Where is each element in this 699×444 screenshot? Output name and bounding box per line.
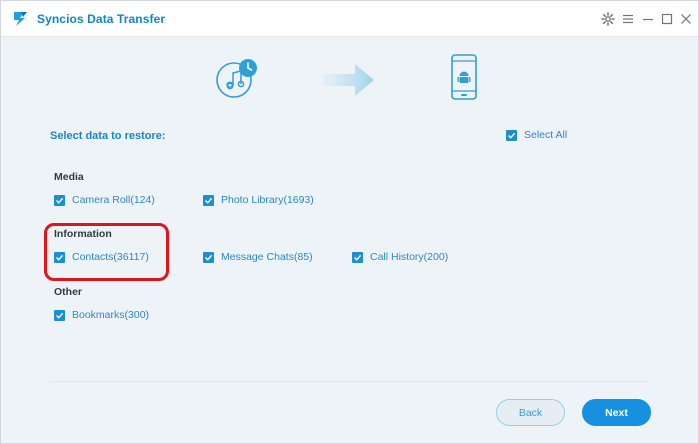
option-label: Camera Roll(124) xyxy=(72,194,155,206)
select-all-checkbox[interactable]: Select All xyxy=(506,129,567,141)
option-photo-library[interactable]: Photo Library(1693) xyxy=(203,194,314,206)
main-content: Select data to restore: Select All Media… xyxy=(1,38,698,443)
option-label: Photo Library(1693) xyxy=(221,194,314,206)
option-label: Message Chats(85) xyxy=(221,251,313,263)
option-message-chats[interactable]: Message Chats(85) xyxy=(203,251,313,263)
close-icon[interactable] xyxy=(679,12,693,26)
next-button[interactable]: Next xyxy=(582,399,651,426)
checkbox-checked-icon[interactable] xyxy=(352,251,363,263)
select-all-label: Select All xyxy=(524,129,568,141)
checkbox-checked-icon[interactable] xyxy=(54,194,65,206)
restore-heading-row: Select data to restore: Select All xyxy=(50,129,650,146)
checkbox-checked-icon[interactable] xyxy=(203,194,214,206)
group-label-other: Other xyxy=(54,286,83,298)
maximize-icon[interactable] xyxy=(660,12,674,26)
checkbox-checked-icon[interactable] xyxy=(54,309,65,321)
footer-divider xyxy=(50,381,650,382)
app-window: Syncios Data Transfer Select data to res… xyxy=(0,0,699,444)
checkbox-checked-icon[interactable] xyxy=(506,129,517,141)
transfer-flow xyxy=(1,54,698,114)
option-call-history[interactable]: Call History(200) xyxy=(352,251,448,263)
option-label: Call History(200) xyxy=(370,251,449,263)
highlight-annotation xyxy=(44,223,169,281)
menu-icon[interactable] xyxy=(621,12,635,26)
syncios-logo-icon xyxy=(11,10,29,28)
group-label-media: Media xyxy=(54,171,84,183)
minimize-icon[interactable] xyxy=(641,12,655,26)
title-bar: Syncios Data Transfer xyxy=(1,1,698,37)
option-camera-roll[interactable]: Camera Roll(124) xyxy=(54,194,155,206)
back-button[interactable]: Back xyxy=(496,399,565,426)
option-bookmarks[interactable]: Bookmarks(300) xyxy=(54,309,149,321)
option-label: Bookmarks(300) xyxy=(72,309,150,321)
app-title: Syncios Data Transfer xyxy=(37,12,166,26)
arrow-right-icon xyxy=(323,62,375,103)
android-phone-icon xyxy=(450,54,478,105)
restore-heading: Select data to restore: xyxy=(50,130,166,142)
checkbox-checked-icon[interactable] xyxy=(203,251,214,263)
itunes-backup-icon xyxy=(214,58,260,105)
gear-icon[interactable] xyxy=(601,12,615,26)
